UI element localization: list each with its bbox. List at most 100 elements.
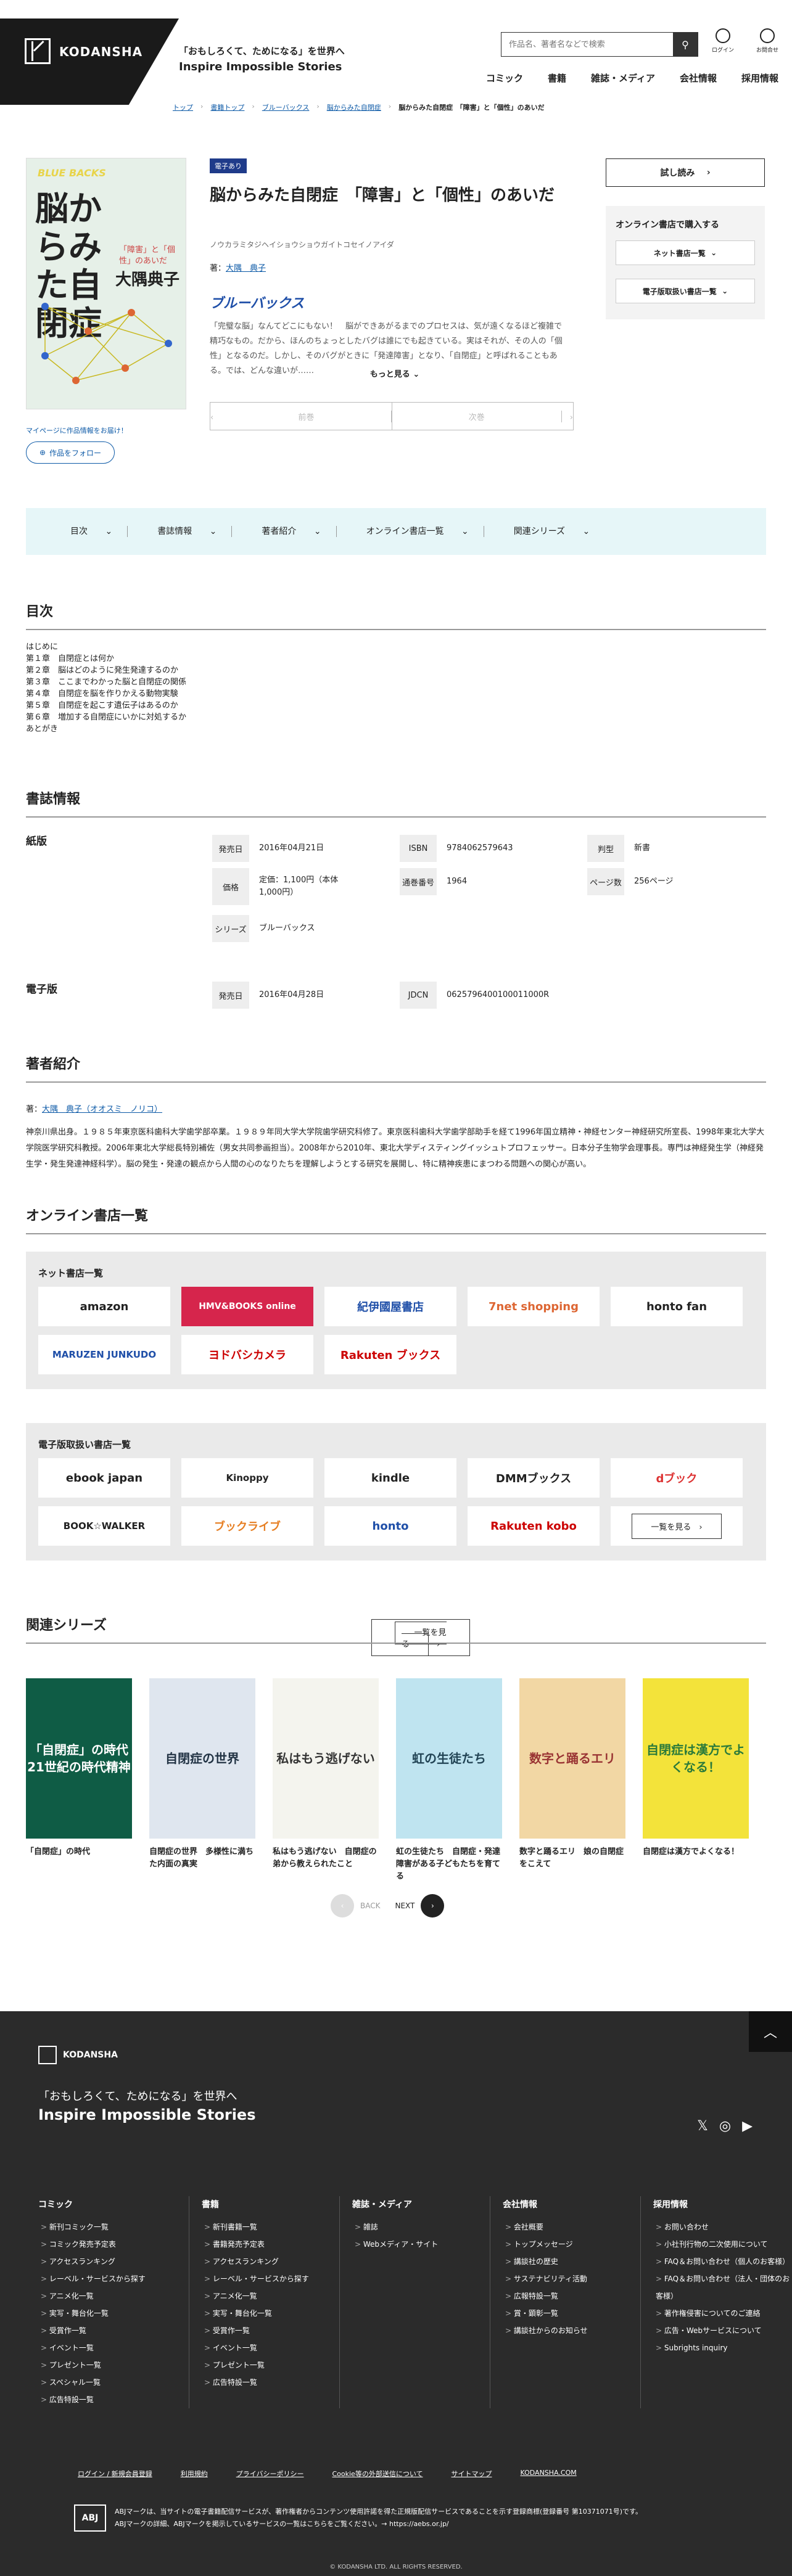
series-next-button[interactable]: NEXT › [395,1894,445,1918]
footer-link[interactable]: Cookie等の外部送信について [332,2469,423,2479]
footer-link[interactable]: レーベル・サービスから探す [38,2270,189,2287]
kodansha-logo[interactable]: KODANSHA [0,18,179,105]
youtube-icon[interactable]: ▶ [742,2119,753,2134]
store-7net[interactable]: 7net shopping [468,1287,600,1326]
footer-link[interactable]: 著作権侵害についてのご連絡 [653,2305,791,2322]
footer-link[interactable]: 広告・Webサービスについて [653,2322,791,2339]
book-cover[interactable]: BLUE BACKS 脳からみた自閉症 「障害」と「個性」のあいだ 大隅典子 [26,158,186,409]
footer-link[interactable]: 会社概要 [503,2218,640,2236]
store-rakuten-kobo[interactable]: Rakuten kobo [468,1506,600,1546]
footer-link[interactable]: スペシャル一覧 [38,2374,189,2391]
nav-recruit[interactable]: 採用情報 [729,72,791,84]
footer-link[interactable]: 受賞作一覧 [38,2322,189,2339]
store-amazon[interactable]: amazon [38,1287,170,1326]
footer-logo[interactable]: KODANSHA [38,2046,118,2064]
x-icon[interactable]: 𝕏 [697,2119,708,2134]
prev-volume-button[interactable]: ‹ 前巻 [210,403,392,430]
tab-toc[interactable]: 目次 ⌄ [41,526,128,537]
store-maruzen[interactable]: MARUZEN JUNKUDO [38,1335,170,1374]
search-input[interactable] [501,33,673,56]
footer-link[interactable]: プレゼント一覧 [202,2357,339,2374]
series-item[interactable]: 私はもう逃げない 私はもう逃げない 自閉症の弟から教えられたこと [273,1678,379,1883]
breadcrumb-item[interactable]: 書籍トップ [210,102,244,112]
net-stores-select[interactable]: ネット書店一覧 ⌄ [616,240,755,265]
ebook-store-more-button[interactable]: 一覧を見る › [632,1513,722,1539]
footer-link[interactable]: お問い合わせ [653,2218,791,2236]
breadcrumb-item[interactable]: トップ [173,102,193,112]
footer-column-heading[interactable]: コミック [38,2196,189,2213]
store-rakuten-books[interactable]: Rakuten ブックス [324,1335,456,1374]
series-item[interactable]: 自閉症の世界 自閉症の世界 多様性に満ちた内面の真実 [149,1678,255,1883]
nav-company[interactable]: 会社情報 [667,72,729,84]
store-honto-fan[interactable]: honto fan [611,1287,743,1326]
instagram-icon[interactable]: ◎ [719,2119,731,2134]
footer-link[interactable]: コミック発売予定表 [38,2236,189,2253]
footer-link[interactable]: 広報特設一覧 [503,2287,640,2305]
footer-column-heading[interactable]: 書籍 [202,2196,339,2213]
series-item[interactable]: 虹の生徒たち 虹の生徒たち 自閉症・発達障害がある子どもたちを育てる [396,1678,502,1883]
footer-link[interactable]: 実写・舞台化一覧 [38,2305,189,2322]
ebook-stores-select[interactable]: 電子版取扱い書店一覧 ⌄ [616,279,755,303]
page-top-button[interactable]: ︿ [749,2011,792,2052]
store-kinoppy[interactable]: Kinoppy [181,1458,313,1498]
footer-link[interactable]: アクセスランキング [38,2253,189,2270]
store-dbook[interactable]: dブック [611,1458,743,1498]
footer-column-heading[interactable]: 雑誌・メディア [352,2196,490,2213]
store-kindle[interactable]: kindle [324,1458,456,1498]
store-booklive[interactable]: ブックライブ [181,1506,313,1546]
footer-link[interactable]: レーベル・サービスから探す [202,2270,339,2287]
footer-link[interactable]: アニメ化一覧 [202,2287,339,2305]
footer-link[interactable]: 講談社からのお知らせ [503,2322,640,2339]
footer-link[interactable]: ログイン / 新規会員登録 [78,2469,152,2479]
next-volume-button[interactable]: 次巻 › [392,403,573,430]
footer-link[interactable]: 新刊コミック一覧 [38,2218,189,2236]
footer-link[interactable]: 小社刊行物の二次使用について [653,2236,791,2253]
store-dmm[interactable]: DMMブックス [468,1458,600,1498]
breadcrumb-item[interactable]: ブルーバックス [262,102,310,112]
footer-link[interactable]: イベント一覧 [38,2339,189,2357]
series-item[interactable]: 「自閉症」の時代 21世紀の時代精神 「自閉症」の時代 [26,1678,132,1883]
more-button[interactable]: もっと見る ⌄ [345,365,444,379]
author-link[interactable]: 大隅 典子 [226,264,266,273]
footer-link[interactable]: アクセスランキング [202,2253,339,2270]
footer-link[interactable]: サステナビリティ活動 [503,2270,640,2287]
footer-link[interactable]: トップメッセージ [503,2236,640,2253]
footer-link[interactable]: 広告特設一覧 [38,2391,189,2408]
series-item[interactable]: 数字と踊るエリ 数字と踊るエリ 娘の自閉症をこえて [519,1678,625,1883]
trial-read-button[interactable]: 試し読み › [606,158,765,187]
footer-link[interactable]: アニメ化一覧 [38,2287,189,2305]
store-bookwalker[interactable]: BOOK☆WALKER [38,1506,170,1546]
footer-link[interactable]: Webメディア・サイト [352,2236,490,2253]
login-button[interactable]: ログイン [709,28,736,54]
footer-column-heading[interactable]: 採用情報 [653,2196,791,2213]
store-kinokuniya[interactable]: 紀伊國屋書店 [324,1287,456,1326]
tab-author[interactable]: 著者紹介 ⌄ [232,526,337,537]
footer-link[interactable]: 新刊書籍一覧 [202,2218,339,2236]
tab-series[interactable]: 関連シリーズ ⌄ [484,526,605,537]
store-hmv[interactable]: HMV&BOOKS online [181,1287,313,1326]
series-item[interactable]: 自閉症は漢方でよくなる！ 自閉症は漢方でよくなる！ [643,1678,749,1883]
store-honto[interactable]: honto [324,1506,456,1546]
search-button[interactable]: ⚲ [673,33,698,56]
footer-link[interactable]: 利用規約 [181,2469,208,2479]
series-back-button[interactable]: ‹ BACK [331,1894,380,1918]
footer-link[interactable]: 講談社の歴史 [503,2253,640,2270]
nav-comic[interactable]: コミック [474,72,535,84]
series-logo[interactable]: ブルーバックス [210,292,304,312]
footer-link[interactable]: 賞・顕彰一覧 [503,2305,640,2322]
footer-link[interactable]: サイトマップ [452,2469,492,2479]
footer-link[interactable]: KODANSHA.COM [521,2469,577,2479]
footer-link[interactable]: プレゼント一覧 [38,2357,189,2374]
footer-link[interactable]: FAQ＆お問い合わせ（法人・団体のお客様） [653,2270,791,2305]
footer-link[interactable]: イベント一覧 [202,2339,339,2357]
nav-magazine[interactable]: 雑誌・メディア [579,72,667,84]
store-yodobashi[interactable]: ヨドバシカメラ [181,1335,313,1374]
footer-link[interactable]: 広告特設一覧 [202,2374,339,2391]
nav-books[interactable]: 書籍 [535,72,579,84]
footer-link[interactable]: 受賞作一覧 [202,2322,339,2339]
footer-link[interactable]: FAQ＆お問い合わせ（個人のお客様） [653,2253,791,2270]
contact-button[interactable]: お問合せ [754,28,781,54]
footer-column-heading[interactable]: 会社情報 [503,2196,640,2213]
breadcrumb-item[interactable]: 脳からみた自閉症 [327,102,381,112]
footer-link[interactable]: 書籍発売予定表 [202,2236,339,2253]
